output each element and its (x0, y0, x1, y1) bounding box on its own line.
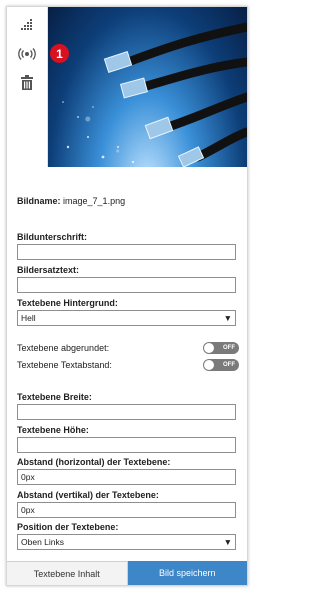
width-input[interactable] (17, 404, 236, 420)
position-select[interactable]: Oben Links ▼ (17, 534, 236, 550)
save-image-button[interactable]: Bild speichern (127, 561, 247, 585)
notification-badge: 1 (50, 44, 69, 63)
side-toolbar (7, 7, 48, 167)
position-label: Position der Textebene: (17, 522, 119, 532)
dropdown-arrow-icon: ▼ (223, 313, 232, 323)
background-label: Textebene Hintergrund: (17, 298, 118, 308)
broadcast-icon[interactable] (16, 43, 38, 65)
rounded-toggle[interactable]: OFF (203, 342, 239, 354)
position-value: Oben Links (21, 537, 64, 547)
filename-row: Bildname: image_7_1.png (17, 196, 125, 206)
image-settings-panel: 1 Bildname: image_7_1.png Bildunterschri… (6, 6, 248, 586)
voffset-label: Abstand (vertikal) der Textebene: (17, 490, 159, 500)
padding-toggle-state: OFF (223, 362, 235, 368)
trash-icon[interactable] (16, 71, 38, 93)
background-value: Hell (21, 313, 36, 323)
panel-footer: Textebene Inhalt Bild speichern (7, 561, 247, 585)
grid-dots-icon[interactable] (16, 13, 38, 35)
caption-label: Bildunterschrift: (17, 232, 88, 242)
image-preview (48, 7, 247, 167)
alttext-input[interactable] (17, 277, 236, 293)
alttext-label: Bildersatztext: (17, 265, 80, 275)
caption-input[interactable] (17, 244, 236, 260)
voffset-input[interactable]: 0px (17, 502, 236, 518)
filename-value: image_7_1.png (63, 196, 126, 206)
padding-label: Textebene Textabstand: (17, 360, 112, 370)
text-layer-content-button[interactable]: Textebene Inhalt (7, 561, 128, 585)
width-label: Textebene Breite: (17, 392, 92, 402)
rounded-toggle-state: OFF (223, 345, 235, 351)
rounded-label: Textebene abgerundet: (17, 343, 110, 353)
background-select[interactable]: Hell ▼ (17, 310, 236, 326)
hoffset-input[interactable]: 0px (17, 469, 236, 485)
height-input[interactable] (17, 437, 236, 453)
network-cables-photo (62, 22, 247, 167)
hoffset-label: Abstand (horizontal) der Textebene: (17, 457, 171, 467)
dropdown-arrow-icon: ▼ (223, 537, 232, 547)
padding-toggle[interactable]: OFF (203, 359, 239, 371)
toggle-knob (204, 343, 214, 353)
toggle-knob (204, 360, 214, 370)
filename-label: Bildname: (17, 196, 61, 206)
height-label: Textebene Höhe: (17, 425, 89, 435)
